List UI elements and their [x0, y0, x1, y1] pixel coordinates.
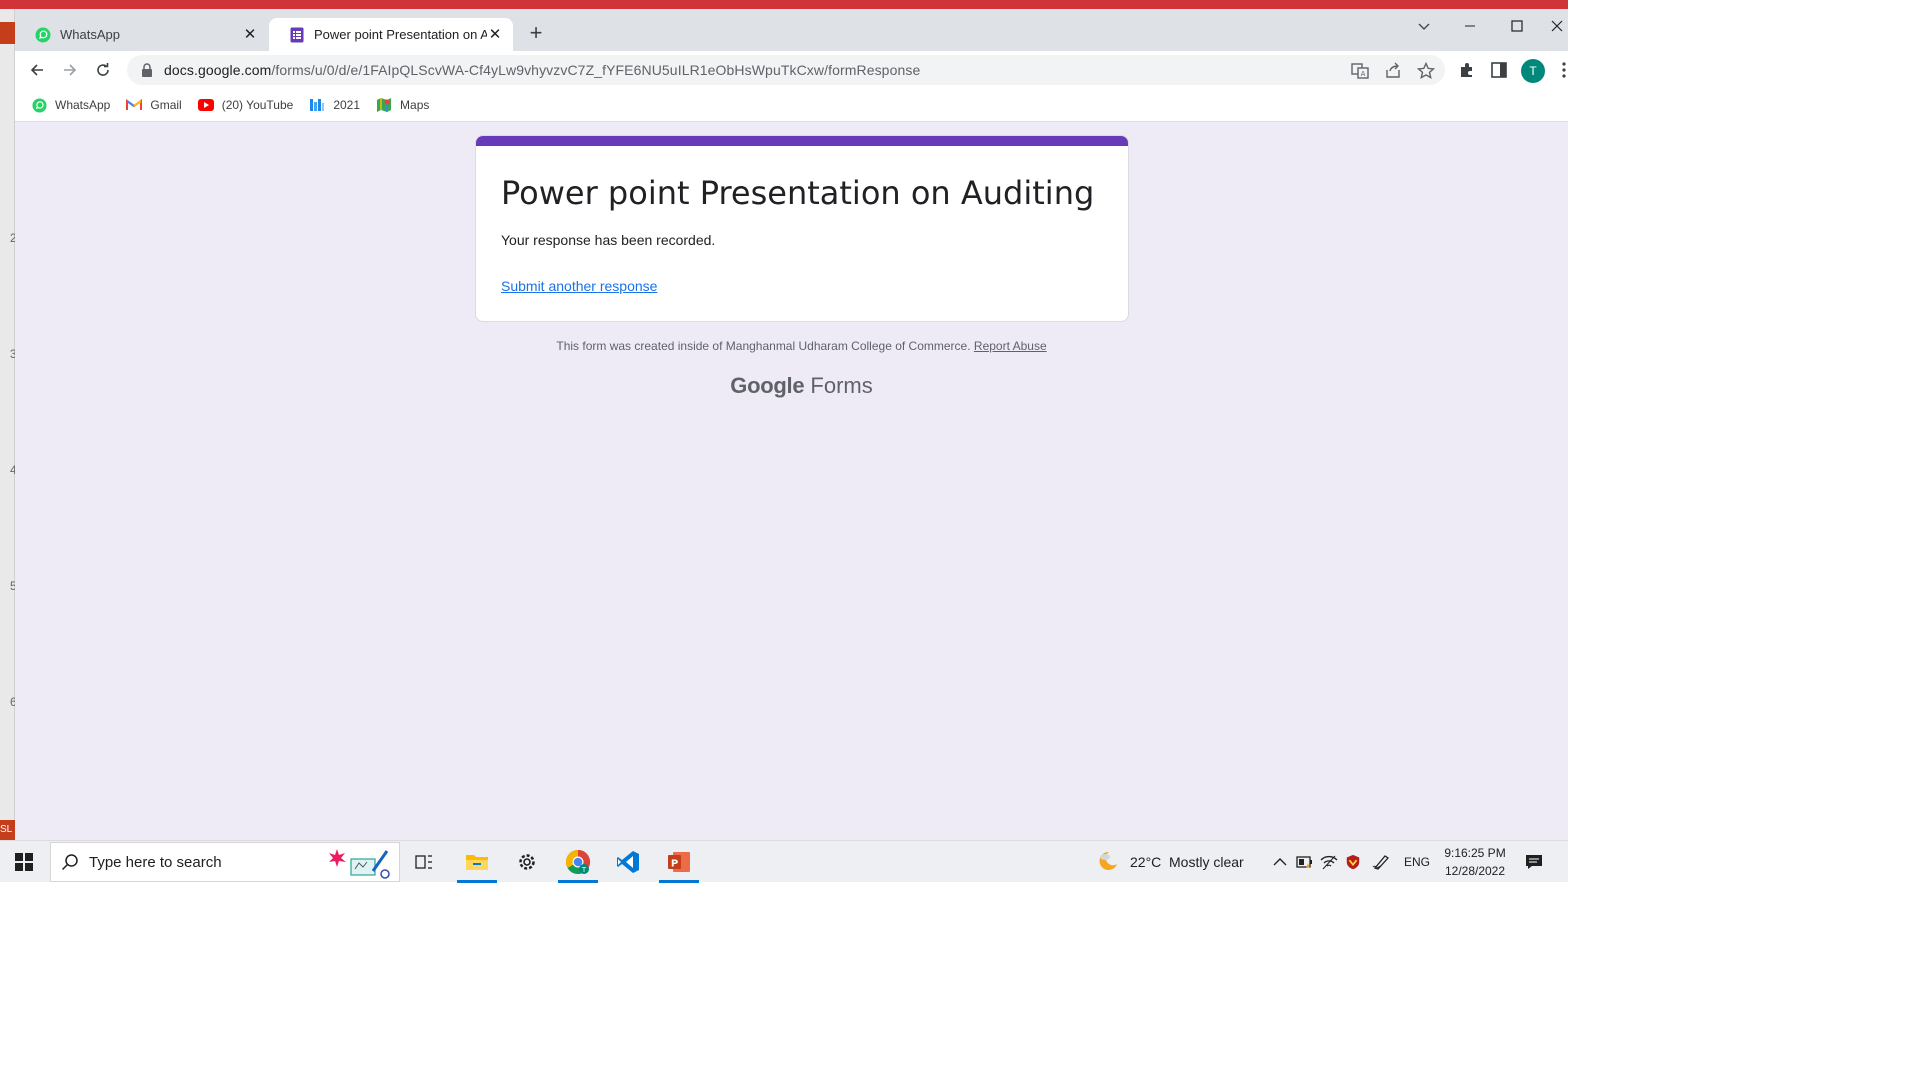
bookmark-maps[interactable]: Maps	[376, 97, 429, 113]
maps-icon	[376, 97, 392, 113]
weather-description[interactable]: Mostly clear	[1169, 854, 1244, 870]
notification-icon[interactable]	[1525, 853, 1543, 871]
page-content: Power point Presentation on Auditing You…	[15, 123, 1568, 840]
chrome-window: WhatsApp ✕ Power point Presentation on A…	[15, 9, 1568, 840]
svg-text:T: T	[581, 866, 587, 874]
form-accent-bar	[476, 136, 1128, 146]
windows-logo-icon	[15, 853, 33, 871]
submit-another-response-link[interactable]: Submit another response	[501, 278, 657, 294]
tab-google-forms[interactable]: Power point Presentation on Auditing ✕	[269, 18, 513, 51]
close-icon[interactable]: ✕	[487, 26, 503, 43]
taskbar-search-box[interactable]: Type here to search	[50, 842, 400, 882]
bookmarks-bar: WhatsApp Gmail (20) YouTube 2021 Maps	[15, 89, 1568, 122]
url-path: /forms/u/0/d/e/1FAIpQLScvWA-Cf4yLw9vhyvz…	[271, 62, 921, 78]
lock-icon	[142, 63, 152, 77]
side-panel-icon[interactable]	[1490, 61, 1508, 79]
gmail-icon	[126, 97, 143, 113]
bookmark-label: WhatsApp	[55, 98, 111, 112]
extensions-icon[interactable]	[1458, 61, 1476, 79]
tab-search-chevron-icon[interactable]	[1409, 15, 1439, 37]
task-view-icon	[415, 855, 432, 869]
address-bar[interactable]: docs.google.com/forms/u/0/d/e/1FAIpQLScv…	[127, 55, 1445, 85]
form-confirmation-card: Power point Presentation on Auditing You…	[475, 135, 1129, 322]
minimize-button[interactable]	[1455, 15, 1485, 37]
clock-time[interactable]: 9:16:25 PM	[1440, 846, 1510, 860]
chrome-icon: T	[565, 850, 591, 875]
svg-text:A: A	[1361, 70, 1366, 78]
powerpoint-title-bar	[0, 0, 1568, 9]
search-highlight-illustration-icon	[329, 849, 390, 879]
site-icon	[309, 97, 325, 113]
logo-forms-word: Forms	[810, 373, 873, 398]
reload-button[interactable]	[91, 58, 115, 82]
folder-icon	[466, 855, 488, 870]
windows-taskbar: Type here to search T P 22°C Mostly clea…	[0, 840, 1568, 883]
confirmation-message: Your response has been recorded.	[501, 232, 716, 248]
url-host: docs.google.com	[164, 62, 272, 78]
input-language[interactable]: ENG	[1404, 855, 1430, 869]
bookmark-gmail[interactable]: Gmail	[126, 97, 182, 113]
bookmark-label: 2021	[333, 98, 361, 112]
taskbar-chrome[interactable]: T	[555, 841, 601, 883]
form-footer: This form was created inside of Manghanm…	[15, 339, 1588, 353]
task-view-button[interactable]	[401, 841, 447, 883]
close-window-button[interactable]	[1545, 15, 1568, 37]
whatsapp-icon	[35, 27, 51, 43]
tab-title: Power point Presentation on Auditing	[314, 27, 487, 42]
powerpoint-icon: P	[668, 852, 690, 872]
bookmark-whatsapp[interactable]: WhatsApp	[31, 97, 110, 113]
taskbar-vscode[interactable]	[605, 841, 651, 883]
bookmark-label: Gmail	[150, 98, 182, 112]
back-arrow-icon	[30, 64, 43, 76]
search-placeholder: Type here to search	[89, 853, 222, 871]
google-forms-icon	[289, 27, 305, 43]
svg-text:P: P	[671, 859, 678, 870]
bookmark-label: (20) YouTube	[221, 98, 294, 112]
report-abuse-link[interactable]: Report Abuse	[974, 339, 1047, 353]
bookmark-youtube[interactable]: (20) YouTube	[197, 97, 294, 113]
security-shield-icon[interactable]	[1344, 854, 1362, 870]
youtube-icon	[197, 97, 214, 113]
forward-button[interactable]	[58, 58, 82, 82]
tab-whatsapp[interactable]: WhatsApp ✕	[15, 18, 268, 51]
form-title: Power point Presentation on Auditing	[501, 174, 1095, 212]
maximize-button[interactable]	[1502, 15, 1532, 37]
taskbar-settings[interactable]	[504, 841, 550, 883]
powerpoint-ruler: 2 3 4 5 6	[0, 9, 17, 840]
taskbar-file-explorer[interactable]	[454, 841, 500, 883]
profile-avatar[interactable]: T	[1521, 59, 1545, 83]
chevron-up-icon[interactable]	[1271, 854, 1289, 870]
share-icon[interactable]	[1384, 62, 1402, 80]
browser-toolbar: docs.google.com/forms/u/0/d/e/1FAIpQLScv…	[15, 51, 1568, 89]
more-menu-icon[interactable]	[1560, 61, 1568, 79]
new-tab-button[interactable]: +	[525, 22, 547, 45]
google-forms-logo[interactable]: Google Forms	[15, 373, 1588, 399]
translate-icon[interactable]: A	[1351, 62, 1369, 80]
footer-text: This form was created inside of Manghanm…	[556, 339, 971, 353]
wifi-icon[interactable]	[1320, 854, 1338, 870]
gear-icon	[519, 854, 535, 870]
logo-google-word: Google	[730, 373, 805, 398]
weather-temperature[interactable]: 22°C	[1130, 854, 1161, 870]
weather-moon-icon[interactable]	[1096, 849, 1120, 873]
forward-arrow-icon	[64, 64, 77, 76]
tab-title: WhatsApp	[60, 27, 120, 42]
bookmark-star-icon[interactable]	[1417, 62, 1435, 80]
battery-icon[interactable]	[1296, 854, 1314, 870]
tab-strip: WhatsApp ✕ Power point Presentation on A…	[15, 9, 1568, 51]
slide-count-badge: SL	[0, 820, 15, 840]
search-icon	[61, 854, 78, 871]
clock-date[interactable]: 12/28/2022	[1440, 864, 1510, 878]
whatsapp-icon	[31, 97, 47, 113]
pen-icon[interactable]	[1372, 854, 1390, 870]
reload-icon	[97, 63, 109, 76]
bookmark-2021[interactable]: 2021	[309, 97, 360, 113]
close-icon[interactable]: ✕	[242, 26, 258, 43]
start-button[interactable]	[0, 841, 48, 883]
vscode-icon	[617, 851, 639, 873]
bookmark-label: Maps	[400, 98, 430, 112]
powerpoint-app-icon	[0, 22, 15, 44]
back-button[interactable]	[25, 58, 49, 82]
taskbar-powerpoint[interactable]: P	[656, 841, 702, 883]
